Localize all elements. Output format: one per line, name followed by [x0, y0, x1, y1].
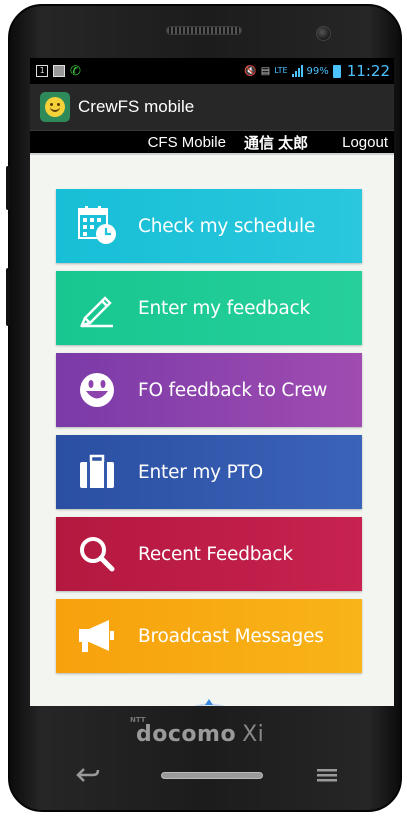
- volume-key[interactable]: [6, 166, 10, 210]
- app-name-label: CFS Mobile: [147, 133, 226, 151]
- broadcast-messages-button[interactable]: Broadcast Messages: [56, 599, 362, 673]
- home-bar-icon: [161, 771, 263, 779]
- briefcase-icon: [56, 435, 138, 509]
- enter-pto-label: Enter my PTO: [138, 461, 264, 483]
- logout-link[interactable]: Logout: [342, 134, 388, 151]
- enter-feedback-label: Enter my feedback: [138, 297, 310, 319]
- recent-feedback-label: Recent Feedback: [138, 543, 293, 565]
- smiley-icon: [56, 353, 138, 427]
- carrier-suffix: Xi: [242, 722, 265, 747]
- megaphone-icon: [56, 599, 138, 673]
- signal-strength-icon: [291, 65, 303, 77]
- wifi-off-icon: ▤: [260, 65, 271, 77]
- app-logo-icon[interactable]: [40, 92, 70, 122]
- network-type: LTE: [274, 66, 288, 75]
- image-notification-icon: [53, 65, 65, 77]
- calendar-clock-icon: [56, 189, 138, 263]
- enter-pto-button[interactable]: Enter my PTO: [56, 435, 362, 509]
- home-button[interactable]: [160, 762, 264, 788]
- broadcast-messages-label: Broadcast Messages: [138, 625, 324, 647]
- recent-feedback-button[interactable]: Recent Feedback: [56, 517, 362, 591]
- user-bar: CFS Mobile 通信 太郎 Logout: [30, 131, 394, 155]
- main-menu: Check my schedule Enter my feedback FO f…: [56, 189, 362, 681]
- fo-feedback-button[interactable]: FO feedback to Crew: [56, 353, 362, 427]
- user-name: 通信 太郎: [243, 134, 309, 152]
- front-camera: [316, 26, 331, 41]
- app-title: CrewFS mobile: [78, 97, 195, 116]
- carrier-prefix: NTT: [130, 716, 146, 724]
- enter-feedback-button[interactable]: Enter my feedback: [56, 271, 362, 345]
- check-schedule-label: Check my schedule: [138, 215, 316, 237]
- phone-notification-icon: ✆: [70, 63, 81, 79]
- back-arrow-icon: [76, 768, 100, 782]
- battery-percent: 99%: [306, 65, 329, 77]
- hamburger-menu-icon: [317, 769, 337, 782]
- clock: 11:22: [346, 62, 390, 80]
- side-key[interactable]: [6, 268, 10, 326]
- carrier-brand: docomo: [136, 722, 237, 747]
- back-button[interactable]: [70, 762, 106, 788]
- screen: 1 ✆ 🔇 ▤ LTE 99% 11:22 CrewFS mobile CFS …: [30, 58, 394, 706]
- scroll-indicator-icon: [193, 699, 225, 706]
- battery-icon: [332, 64, 341, 78]
- notification-badge-icon: 1: [36, 65, 48, 77]
- check-schedule-button[interactable]: Check my schedule: [56, 189, 362, 263]
- pencil-icon: [56, 271, 138, 345]
- earpiece-speaker: [166, 26, 242, 35]
- status-bar: 1 ✆ 🔇 ▤ LTE 99% 11:22: [30, 58, 394, 84]
- menu-button[interactable]: [312, 762, 342, 788]
- search-icon: [56, 517, 138, 591]
- mute-icon: 🔇: [244, 65, 257, 77]
- carrier-logo: NTT docomo Xi: [130, 716, 265, 747]
- action-bar: CrewFS mobile: [30, 84, 394, 131]
- fo-feedback-label: FO feedback to Crew: [138, 379, 328, 401]
